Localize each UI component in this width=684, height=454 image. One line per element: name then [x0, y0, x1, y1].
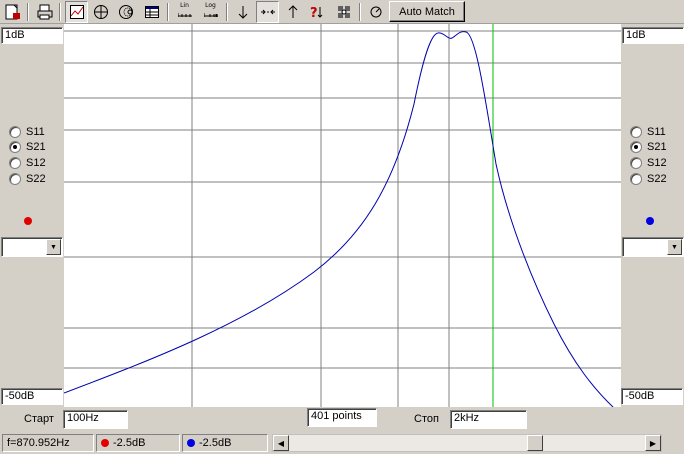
left-trace-combo[interactable]: ▼ — [1, 237, 63, 257]
radio-s11[interactable] — [630, 125, 642, 138]
right-param-s21[interactable]: S21 — [630, 139, 667, 154]
radio-label: S11 — [647, 125, 666, 138]
lin-label: Lin — [180, 2, 189, 9]
start-label: Старт — [24, 413, 54, 425]
right-bottom-scale-input[interactable]: -50dB — [621, 388, 683, 405]
stop-label: Стоп — [414, 413, 439, 425]
open-file-icon[interactable] — [1, 1, 24, 23]
marker2-value: -2.5dB — [199, 437, 232, 449]
left-param-s21[interactable]: S21 — [9, 139, 46, 154]
plot-area[interactable] — [64, 24, 621, 407]
start-frequency-input[interactable]: 100Hz — [63, 410, 128, 429]
right-param-s22[interactable]: S22 — [630, 171, 667, 186]
stop-frequency-input[interactable]: 2kHz — [450, 410, 527, 429]
arrow-down-icon[interactable] — [231, 1, 254, 23]
toolbar: Lin Log ? Auto Match — [0, 0, 684, 24]
radio-s12[interactable] — [9, 156, 21, 169]
left-bottom-scale-input[interactable]: -50dB — [1, 388, 63, 405]
radio-label: S21 — [26, 140, 46, 153]
points-input[interactable]: 401 points — [307, 408, 377, 427]
marker1-value: -2.5dB — [113, 437, 146, 449]
polar-chart-icon[interactable] — [89, 1, 112, 23]
rect-plot-icon[interactable] — [65, 1, 88, 23]
chevron-down-icon[interactable]: ▼ — [46, 239, 61, 255]
response-graph — [64, 24, 621, 407]
radio-label: S12 — [26, 156, 46, 169]
right-top-scale-input[interactable]: 1dB — [622, 27, 684, 44]
arrow-up-icon[interactable] — [281, 1, 304, 23]
log-scale-icon[interactable]: Log — [199, 1, 222, 23]
status-bar: f=870.952Hz -2.5dB -2.5dB ◀ ▶ — [0, 433, 684, 454]
right-scale-panel: 1dB S11 S21 S12 S22 ▼ -50dB — [621, 24, 684, 407]
red-dot-icon — [101, 439, 109, 447]
log-label: Log — [205, 2, 216, 9]
blue-dot-icon — [187, 439, 195, 447]
right-param-s12[interactable]: S12 — [630, 155, 667, 170]
left-param-s11[interactable]: S11 — [9, 124, 45, 139]
auto-match-button[interactable]: Auto Match — [389, 1, 465, 22]
left-param-s12[interactable]: S12 — [9, 155, 46, 170]
frequency-readout: f=870.952Hz — [2, 434, 94, 452]
lin-scale-icon[interactable]: Lin — [173, 1, 196, 23]
table-icon[interactable] — [140, 1, 163, 23]
svg-text:?: ? — [310, 6, 318, 20]
radio-label: S22 — [26, 172, 46, 185]
marker2-readout: -2.5dB — [182, 434, 268, 452]
radio-s21[interactable] — [9, 140, 21, 153]
radio-label: S11 — [26, 125, 45, 138]
print-icon[interactable] — [33, 1, 56, 23]
help-icon[interactable]: ? — [306, 1, 329, 23]
scroll-left-icon[interactable]: ◀ — [273, 435, 289, 451]
left-param-s22[interactable]: S22 — [9, 171, 46, 186]
s21-trace — [64, 31, 614, 407]
chevron-down-icon[interactable]: ▼ — [667, 239, 682, 255]
right-marker-dot — [646, 217, 654, 225]
left-marker-dot — [24, 217, 32, 225]
right-param-s11[interactable]: S11 — [630, 124, 666, 139]
scroll-right-icon[interactable]: ▶ — [645, 435, 661, 451]
radio-s12[interactable] — [630, 156, 642, 169]
marker1-readout: -2.5dB — [96, 434, 180, 452]
radio-label: S21 — [647, 140, 667, 153]
left-top-scale-input[interactable]: 1dB — [1, 27, 63, 44]
right-trace-combo[interactable]: ▼ — [622, 237, 684, 257]
tuning-icon[interactable] — [364, 1, 387, 23]
smith-chart-icon[interactable] — [114, 1, 137, 23]
frequency-scrollbar[interactable]: ◀ ▶ — [272, 434, 662, 452]
sweep-controls: Старт 100Hz 401 points Стоп 2kHz — [0, 407, 684, 433]
radio-s11[interactable] — [9, 125, 21, 138]
zoom-in-icon[interactable] — [256, 1, 279, 23]
radio-label: S12 — [647, 156, 667, 169]
radio-s22[interactable] — [9, 172, 21, 185]
left-scale-panel: 1dB S11 S21 S12 S22 ▼ -50dB — [0, 24, 64, 407]
radio-s22[interactable] — [630, 172, 642, 185]
settings-icon[interactable] — [332, 1, 355, 23]
radio-s21[interactable] — [630, 140, 642, 153]
radio-label: S22 — [647, 172, 667, 185]
grid-lines — [64, 24, 621, 407]
scroll-thumb[interactable] — [527, 435, 543, 451]
